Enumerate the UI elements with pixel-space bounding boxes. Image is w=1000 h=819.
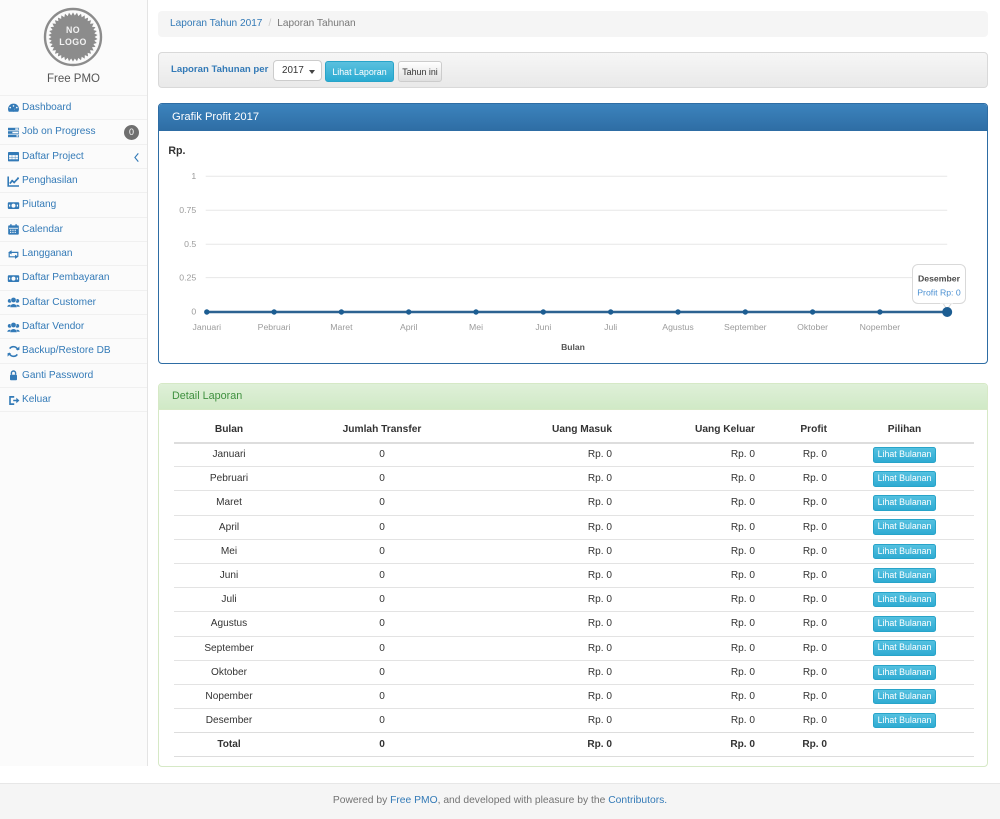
svg-text:NO: NO: [66, 25, 80, 35]
svg-text:Mei: Mei: [469, 322, 483, 332]
svg-text:0: 0: [191, 306, 196, 316]
svg-text:April: April: [400, 322, 417, 332]
svg-text:Juni: Juni: [535, 322, 551, 332]
svg-text:Pebruari: Pebruari: [258, 322, 291, 332]
svg-text:Desember: Desember: [918, 274, 961, 284]
svg-text:1: 1: [191, 171, 196, 181]
svg-text:Bulan: Bulan: [561, 342, 585, 352]
svg-text:Juli: Juli: [604, 322, 617, 332]
svg-text:Maret: Maret: [330, 322, 353, 332]
svg-text:Oktober: Oktober: [797, 322, 828, 332]
svg-text:Rp.: Rp.: [168, 145, 185, 157]
svg-text:0.5: 0.5: [184, 239, 196, 249]
svg-text:Januari: Januari: [193, 322, 222, 332]
svg-text:Profit Rp: 0: Profit Rp: 0: [917, 288, 961, 298]
svg-text:Agustus: Agustus: [662, 322, 694, 332]
svg-text:0.25: 0.25: [179, 273, 196, 283]
svg-text:0.75: 0.75: [179, 205, 196, 215]
svg-text:Nopember: Nopember: [860, 322, 901, 332]
svg-text:LOGO: LOGO: [59, 37, 87, 47]
svg-text:September: September: [724, 322, 767, 332]
